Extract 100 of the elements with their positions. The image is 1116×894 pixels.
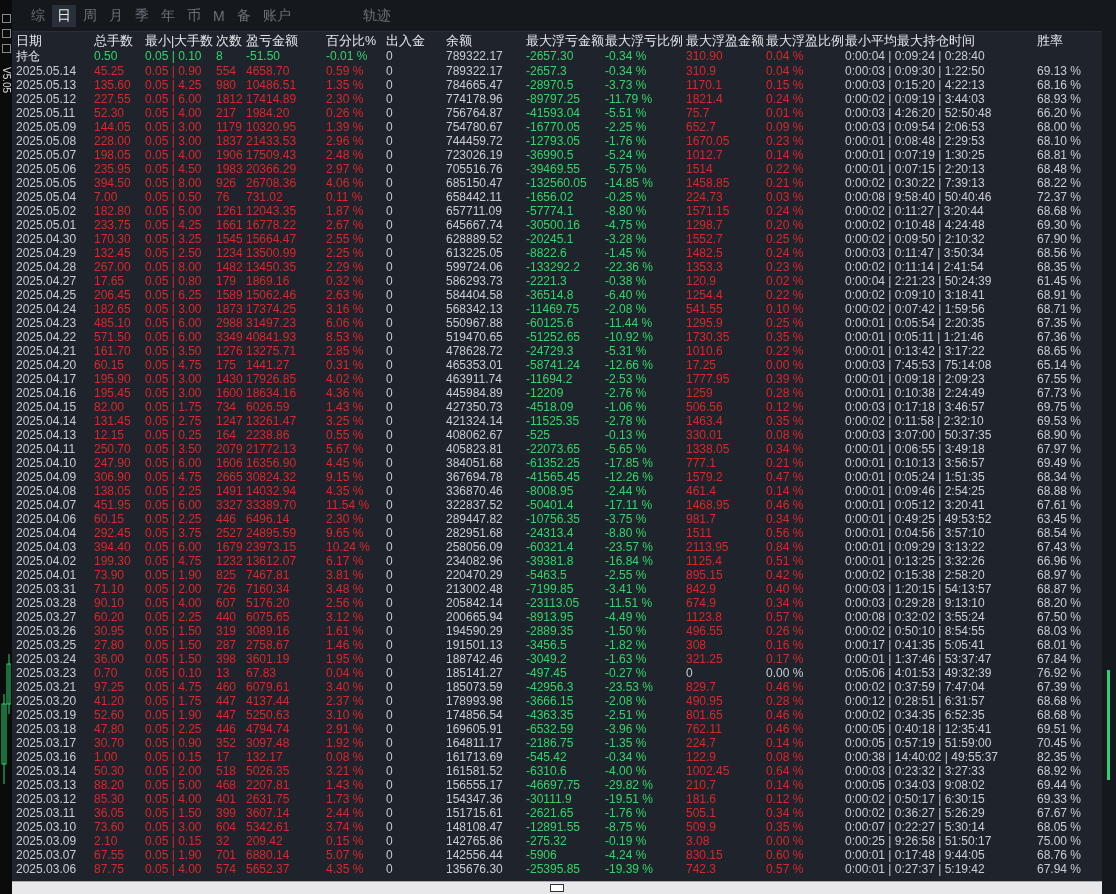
table-cell-text: 0 — [386, 540, 394, 554]
table-cell-text: 1670.05 — [686, 134, 731, 148]
table-cell-text: 10320.95 — [246, 120, 298, 134]
square-icon[interactable] — [1, 29, 11, 38]
column-header[interactable]: 百分比% — [326, 34, 386, 49]
column-header[interactable]: 余额 — [446, 34, 526, 49]
column-header[interactable]: 最大浮亏金额 — [526, 34, 605, 49]
tab[interactable]: 综 — [26, 4, 50, 27]
table-cell-text: 0.64 % — [766, 764, 805, 778]
tab[interactable]: 周 — [78, 4, 102, 27]
table-cell-text: 60.20 — [94, 610, 126, 624]
table-cell-text: 0.57 % — [766, 610, 805, 624]
table-cell-text: 1353.3 — [686, 260, 724, 274]
tab[interactable]: 日 — [52, 4, 76, 27]
table-cell-text: 0 — [386, 582, 394, 596]
table-cell-text: 2025.03.21 — [16, 680, 78, 694]
table-cell-text: 2025.04.03 — [16, 540, 78, 554]
table-cell-text: 13 — [216, 666, 231, 680]
table-cell-text: -10.92 % — [605, 330, 655, 344]
table-cell-text: -2889.35 — [526, 624, 575, 638]
table-cell-text: 554 — [216, 64, 238, 78]
table-cell-text: 451.95 — [94, 498, 132, 512]
table-cell-text: -1.35 % — [605, 736, 648, 750]
table-cell-text: 3.08 — [686, 834, 711, 848]
table-cell-text: 0.05 | 6.25 — [145, 288, 203, 302]
table-cell-text: 3.12 % — [326, 610, 365, 624]
table-cell-text: 2025.03.24 — [16, 652, 78, 666]
tab[interactable]: 月 — [104, 4, 128, 27]
table-cell-text: -0.38 % — [605, 274, 648, 288]
column-header[interactable]: 出入金 — [386, 34, 446, 49]
table-cell-text: 0.34 % — [766, 512, 805, 526]
scroll-thumb[interactable] — [1107, 670, 1110, 780]
table-cell-text: 0.05 | 0.25 — [145, 428, 203, 442]
tab[interactable]: 年 — [156, 4, 180, 27]
table-cell-text: 1821.4 — [686, 92, 724, 106]
table-cell-text: 0 — [386, 624, 394, 638]
table-cell-text: 69.51 % — [1037, 722, 1083, 736]
table-cell-text: 825 — [216, 568, 238, 582]
column-header[interactable]: 最大浮盈金额 — [686, 34, 766, 49]
table-cell-text: 1254.4 — [686, 288, 724, 302]
table-cell-text: -3.41 % — [605, 582, 648, 596]
table-cell-text: 135.60 — [94, 78, 132, 92]
table-cell-text: 0:00:01 | 0:13:42 | 3:17:22 — [845, 344, 986, 358]
table-cell-text: 45.25 — [94, 64, 126, 78]
table-cell-text: 31497.23 — [246, 316, 298, 330]
tab[interactable]: 币 — [182, 4, 206, 27]
scroll-thumb[interactable] — [550, 884, 564, 892]
table-cell-text: 2079 — [216, 442, 244, 456]
column-header[interactable]: 最大浮亏比例 — [605, 34, 686, 49]
table-cell-text: 0.05 | 5.00 — [145, 778, 203, 792]
table-cell-text: 734 — [216, 400, 238, 414]
vertical-scrollbar[interactable] — [1102, 0, 1116, 894]
table-cell-text: 1.61 % — [326, 624, 365, 638]
table-cell-text: 13612.07 — [246, 554, 298, 568]
column-header[interactable]: 日期 — [16, 34, 94, 49]
column-header[interactable]: 胜率 — [1037, 34, 1105, 49]
table-cell-text: 0.04 % — [766, 64, 805, 78]
table-cell-text: 68.90 % — [1037, 428, 1083, 442]
table-cell-text: -2.78 % — [605, 414, 648, 428]
tab[interactable]: 备 — [231, 4, 256, 27]
table-cell-text: 67.90 % — [1037, 232, 1083, 246]
square-icon[interactable] — [1, 44, 11, 53]
column-header[interactable]: 次数 — [216, 34, 246, 49]
table-cell-text: 85.30 — [94, 792, 126, 806]
table-cell-text: 421324.14 — [446, 414, 504, 428]
table-cell-text: 505.1 — [686, 806, 718, 820]
table-cell-text: 0 — [386, 736, 394, 750]
table-cell-text: 0.05 | 0.50 — [145, 190, 203, 204]
column-header[interactable]: 总手数 — [94, 34, 145, 49]
table-cell-text: 0.05 | 1.50 — [145, 652, 203, 666]
track-button[interactable]: 轨迹 — [357, 4, 396, 27]
square-icon[interactable] — [1, 14, 11, 23]
table-cell-text: 69.75 % — [1037, 400, 1083, 414]
table-cell-text: 0.32 % — [326, 274, 365, 288]
table-cell-text: 399 — [216, 806, 238, 820]
column-header[interactable]: 最大浮盈比例 — [766, 34, 845, 49]
tab[interactable]: M — [208, 5, 230, 26]
horizontal-scrollbar[interactable] — [12, 881, 1102, 894]
table-cell-text: 0:00:03 | 1:20:15 | 54:13:57 — [845, 582, 993, 596]
table-cell-text: 0:00:01 | 0:07:15 | 2:20:13 — [845, 162, 986, 176]
table-cell-text: -8.80 % — [605, 204, 648, 218]
column-header[interactable]: 盈亏金额 — [246, 34, 326, 49]
column-header[interactable]: 最小|大手数 — [145, 34, 216, 49]
table-cell-text: 1012.7 — [686, 148, 724, 162]
column-header[interactable]: 最小平均最大持仓时间 — [845, 34, 1037, 49]
table-cell-text: 68.87 % — [1037, 582, 1083, 596]
table-cell-text: 0 — [386, 288, 394, 302]
table-cell-text: 0.05 | 2.25 — [145, 512, 203, 526]
table-cell-text: 1276 — [216, 344, 244, 358]
table-cell-text: 2.56 % — [326, 596, 365, 610]
table-cell-text: 68.65 % — [1037, 344, 1083, 358]
tab[interactable]: 账户 — [257, 4, 296, 27]
table-cell-text: 352 — [216, 736, 238, 750]
table-cell-text: 5652.37 — [246, 862, 291, 876]
table-cell-text: 0:00:01 | 0:10:13 | 3:56:57 — [845, 456, 986, 470]
table-cell-text: 1730.35 — [686, 330, 731, 344]
table-cell-text: -1.50 % — [605, 624, 648, 638]
tab[interactable]: 季 — [130, 4, 154, 27]
table-cell-text: 87.75 — [94, 862, 126, 876]
table-cell-text: 0.12 % — [766, 792, 805, 806]
